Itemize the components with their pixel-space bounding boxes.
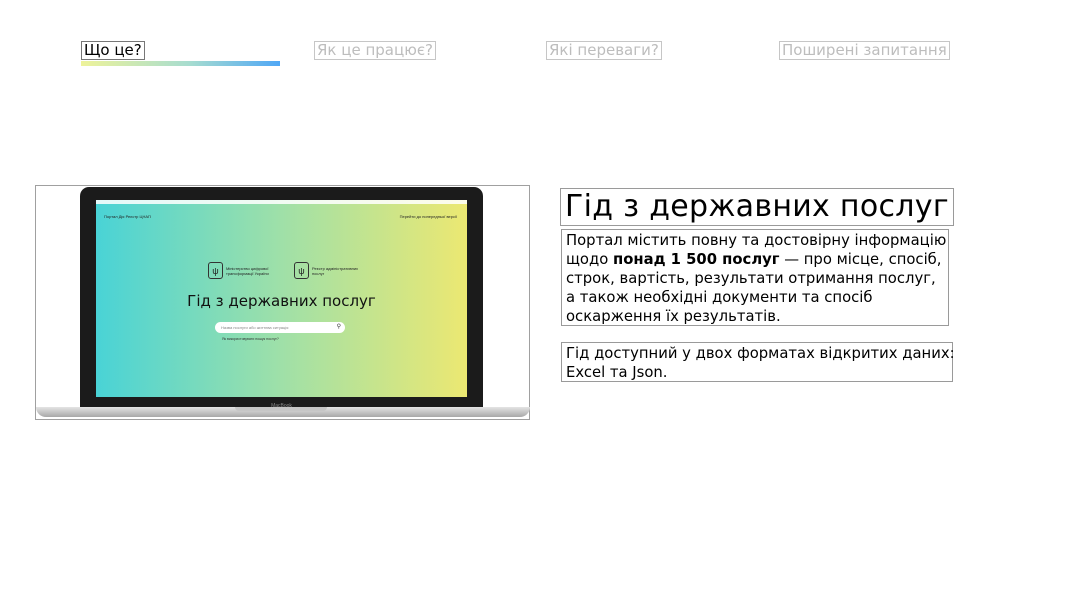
screen-menubar [96, 200, 467, 204]
tab-how-it-works[interactable]: Як це працює? [314, 41, 437, 60]
tab-faq[interactable]: Поширені запитання [779, 41, 950, 60]
screen-org-registry-label: Реєстр адміністративних послуг [312, 265, 359, 276]
paragraph-line: Excel та Json. [566, 364, 668, 381]
formats-paragraph: Гід доступний у двох форматах відкритих … [561, 342, 955, 382]
laptop-brand-label: MacBook [271, 403, 292, 409]
screen-org-registry: ψ Реєстр адміністративних послуг [294, 262, 370, 279]
screen-org-ministry-label: Міністерство цифрової трансформації Укра… [226, 265, 269, 276]
trident-icon: ψ [208, 262, 223, 279]
tab-what-is-it[interactable]: Що це? [81, 41, 145, 60]
laptop-screen: Портал Дія Реєстр ЦНАП Перейти до попере… [96, 200, 467, 397]
screen-nav-link: Перейти до попередньої версії [399, 214, 457, 219]
paragraph-line: щодо понад 1 500 послуг — про місце, спо… [566, 250, 944, 269]
search-icon: ⚲ [336, 324, 341, 330]
paragraph-line: Гід доступний у двох форматах відкритих … [566, 345, 955, 362]
screen-search-placeholder: Назва послуги або життєва ситуація [221, 325, 289, 330]
screen-title: Гід з державних послуг [187, 292, 376, 310]
description-paragraph: Портал містить повну та достовірну інфор… [561, 229, 949, 326]
paragraph-line: оскарження їх результатів. [566, 308, 781, 325]
trident-icon: ψ [294, 262, 309, 279]
screen-org-ministry: ψ Міністерство цифрової трансформації Ук… [208, 262, 284, 279]
paragraph-text: — про місце, спосіб, [779, 251, 942, 268]
paragraph-line: Портал містить повну та достовірну інфор… [566, 232, 947, 249]
screen-nav-right: Перейти до попередньої версії [400, 214, 457, 219]
paragraph-line: строк, вартість, результати отримання по… [566, 270, 936, 287]
screen-nav-left: Портал Дія Реєстр ЦНАП [104, 214, 151, 219]
paragraph-text: щодо [566, 251, 613, 268]
tab-advantages[interactable]: Які переваги? [546, 41, 662, 60]
screen-search-hint: Як використовувати пошук послуг? [222, 337, 279, 341]
paragraph-line: а також необхідні документи та спосіб [566, 289, 873, 306]
screen-org-logos: ψ Міністерство цифрової трансформації Ук… [208, 262, 370, 279]
screen-search-input: Назва послуги або життєва ситуація ⚲ [215, 322, 345, 333]
page-heading: Гід з державних послуг [560, 188, 954, 226]
active-tab-indicator [81, 61, 280, 66]
services-count: понад 1 500 послуг [612, 251, 780, 268]
